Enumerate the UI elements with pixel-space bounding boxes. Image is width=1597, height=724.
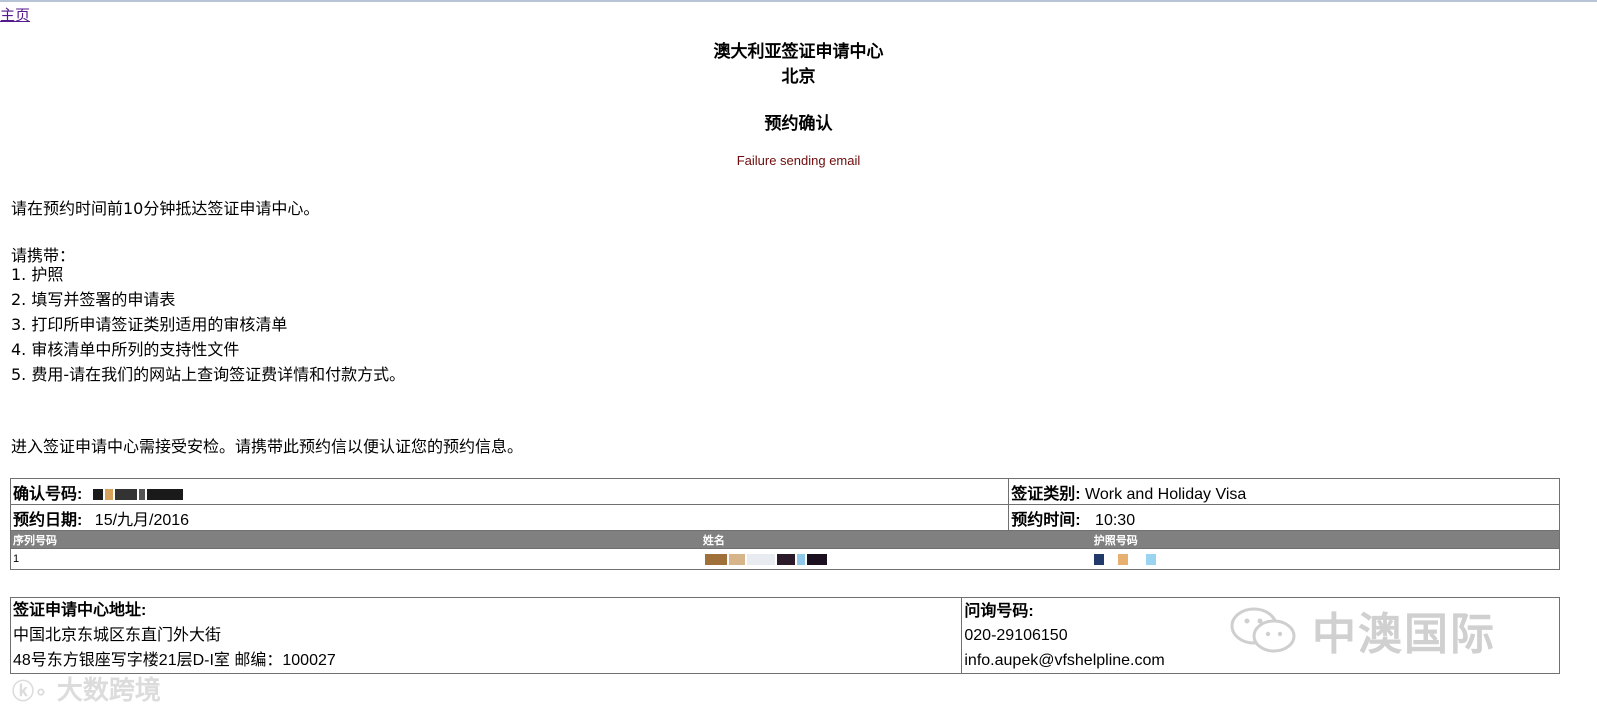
visa-type-value: Work and Holiday Visa <box>1085 485 1247 503</box>
bottom-watermark-logo-icon: ⓚ∘ <box>12 680 48 705</box>
confirmation-redacted <box>92 486 185 503</box>
bring-list: 1. 护照 2. 填写并签署的申请表 3. 打印所申请签证类别适用的审核清单 4… <box>11 266 405 391</box>
visa-type-cell: 签证类别: Work and Holiday Visa <box>1008 478 1560 505</box>
security-notice: 进入签证申请中心需接受安检。请携带此预约信以便认证您的预约信息。 <box>11 437 524 456</box>
name-redacted <box>699 548 1009 570</box>
confirmation-cell: 确认号码: <box>9 478 1010 505</box>
col-seq-header: 序列号码 <box>9 530 700 549</box>
list-item: 2. 填写并签署的申请表 <box>11 290 176 309</box>
brand-watermark: 中澳国际 <box>1312 609 1496 660</box>
date-cell: 预约日期: 15/九月/2016 <box>9 504 1010 531</box>
address-label: 签证申请中心地址: <box>13 602 147 619</box>
email-error-message: Failure sending email <box>736 153 861 168</box>
seq-cell: 1 <box>9 548 700 570</box>
booking-table: 确认号码: 签证类别: Work and Holiday Visa 预约日期: … <box>9 478 1560 570</box>
top-border <box>0 0 1597 2</box>
list-item: 5. 费用-请在我们的网站上查询签证费详情和付款方式。 <box>11 365 406 384</box>
centre-city: 北京 <box>781 67 816 87</box>
date-label: 预约日期: <box>13 511 83 529</box>
col-name-header: 姓名 <box>699 530 1009 549</box>
bring-heading: 请携带： <box>11 246 76 265</box>
time-cell: 预约时间: 10:30 <box>1008 504 1560 531</box>
time-label: 预约时间: <box>1011 511 1081 529</box>
page-title: 预约确认 <box>764 114 833 134</box>
bottom-watermark: ⓚ∘ 大数跨境 <box>12 676 161 706</box>
address-line-1: 中国北京东城区东直门外大街 <box>13 627 222 644</box>
address-cell: 签证申请中心地址: 中国北京东城区东直门外大街 48号东方银座写字楼21层D-I… <box>9 597 963 674</box>
passport-redacted <box>1008 548 1560 570</box>
applicant-header-row: 序列号码 姓名 护照号码 <box>9 530 1560 549</box>
list-item: 1. 护照 <box>11 265 64 284</box>
date-value: 15/九月/2016 <box>94 511 190 529</box>
visa-type-label: 签证类别: <box>1011 485 1081 503</box>
table-row: 1 <box>9 548 1560 570</box>
arrival-instruction: 请在预约时间前10分钟抵达签证申请中心。 <box>11 199 320 218</box>
list-item: 4. 审核清单中所列的支持性文件 <box>11 340 240 359</box>
time-value: 10:30 <box>1095 511 1136 529</box>
home-link[interactable]: 主页 <box>0 4 30 25</box>
wechat-icon <box>1230 607 1296 653</box>
centre-name: 澳大利亚签证申请中心 <box>713 42 884 62</box>
confirmation-label: 确认号码: <box>13 485 83 503</box>
col-passport-header: 护照号码 <box>1008 530 1560 549</box>
list-item: 3. 打印所申请签证类别适用的审核清单 <box>11 315 288 334</box>
